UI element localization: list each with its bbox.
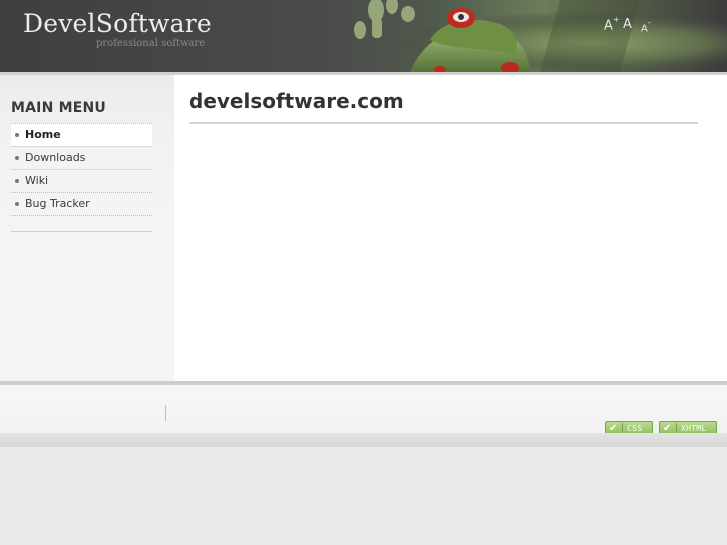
main-menu: Home Downloads Wiki Bug Tracker	[11, 123, 152, 216]
footer: ✔ CSS ✔ XHTML	[0, 385, 727, 436]
menu-item-label: Home	[25, 128, 61, 141]
menu-item-label: Bug Tracker	[25, 197, 90, 210]
title-divider	[189, 122, 698, 124]
decrease-font-button[interactable]: A-	[641, 18, 651, 35]
normal-font-button[interactable]: A	[623, 17, 632, 32]
increase-font-button[interactable]: A+	[604, 15, 620, 34]
increase-font-label: A	[604, 18, 613, 34]
menu-item-bug-tracker[interactable]: Bug Tracker	[11, 192, 152, 216]
menu-item-label: Downloads	[25, 151, 86, 164]
minus-mark: -	[647, 18, 651, 27]
main-menu-heading: MAIN MENU	[11, 100, 106, 116]
normal-font-label: A	[623, 17, 632, 32]
page-title: develsoftware.com	[189, 89, 404, 113]
footer-separator	[165, 405, 166, 421]
decrease-font-label: A	[641, 23, 648, 35]
header-banner: DevelSoftware professional software A+ A…	[0, 0, 727, 72]
footer-shadow	[0, 433, 727, 447]
bullet-icon	[15, 133, 19, 137]
menu-item-home[interactable]: Home	[11, 123, 152, 146]
bullet-icon	[15, 156, 19, 160]
site-logo-subtitle: professional software	[96, 38, 206, 49]
menu-item-downloads[interactable]: Downloads	[11, 146, 152, 169]
sidebar: MAIN MENU Home Downloads Wiki Bug Tracke…	[0, 75, 174, 381]
sidebar-divider	[11, 231, 152, 232]
plus-mark: +	[612, 15, 620, 24]
menu-item-wiki[interactable]: Wiki	[11, 169, 152, 192]
content-area: MAIN MENU Home Downloads Wiki Bug Tracke…	[0, 75, 727, 381]
menu-item-label: Wiki	[25, 174, 49, 187]
bullet-icon	[15, 202, 19, 206]
bullet-icon	[15, 179, 19, 183]
site-logo-title[interactable]: DevelSoftware	[23, 9, 212, 38]
